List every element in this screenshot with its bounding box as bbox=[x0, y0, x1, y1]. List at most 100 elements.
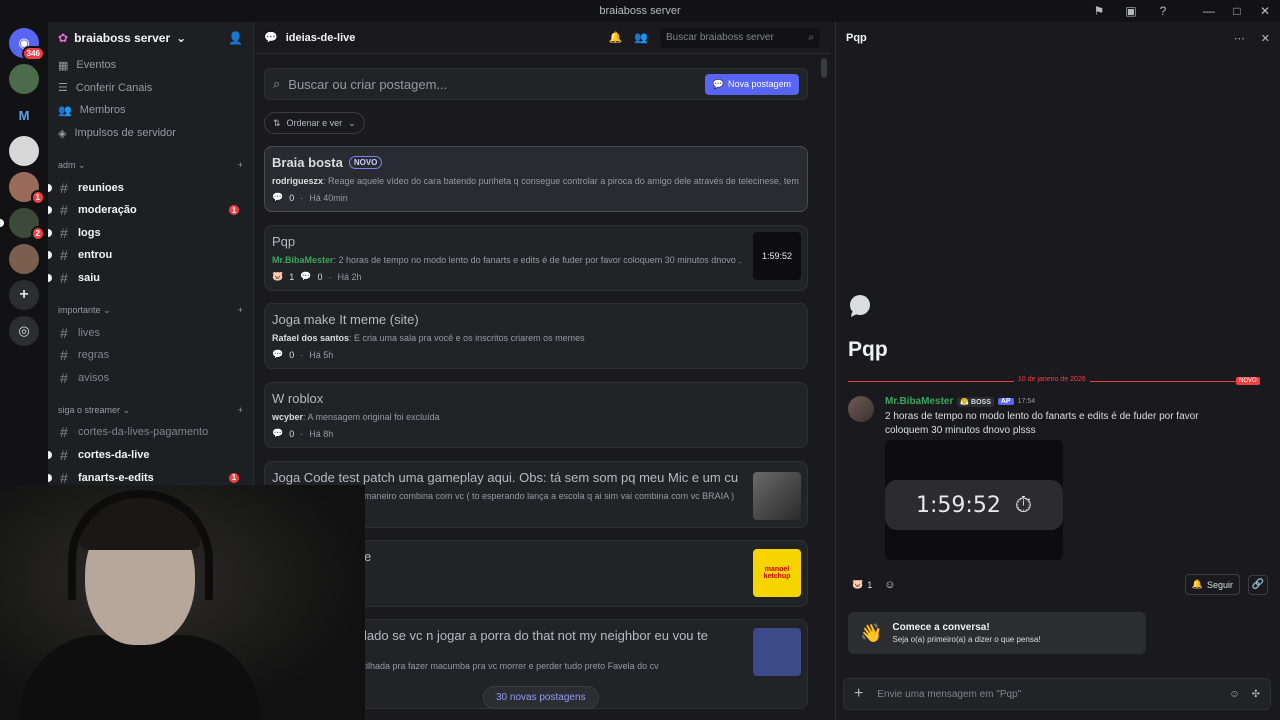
scrollbar[interactable] bbox=[821, 58, 827, 78]
add-attachment-icon[interactable]: + bbox=[854, 685, 863, 703]
message-time: 17:54 bbox=[1017, 398, 1036, 405]
date-divider: 10 de janeiro de 2026 bbox=[1014, 376, 1090, 383]
close-window-icon[interactable]: ✕ bbox=[1258, 4, 1272, 18]
new-posts-pill[interactable]: 30 novas postagens bbox=[483, 686, 599, 709]
forum-header: 💬 ideias-de-live 🔔 👥 Buscar braiaboss se… bbox=[254, 22, 830, 54]
add-channel-icon[interactable]: + bbox=[238, 305, 243, 315]
forum-post[interactable]: W roblox wcyber: A mensagem original foi… bbox=[264, 382, 808, 448]
webcam-overlay bbox=[0, 485, 365, 720]
maximize-icon[interactable]: □ bbox=[1230, 4, 1244, 18]
server-icon[interactable]: 2 bbox=[0, 208, 45, 241]
hash-icon: # bbox=[60, 247, 68, 264]
server-header[interactable]: ✿ braiaboss server ⌄ 👤 bbox=[48, 22, 253, 54]
follow-label: Seguir bbox=[1206, 579, 1233, 590]
inbox-icon[interactable]: ▣ bbox=[1124, 4, 1138, 18]
help-icon[interactable]: ? bbox=[1156, 4, 1170, 18]
comment-count: 0 bbox=[289, 192, 295, 203]
sidebar-item-boost[interactable]: ◈ Impulsos de servidor bbox=[48, 122, 253, 145]
message-input[interactable]: + Envie uma mensagem em "Pqp" ☺ ✣ bbox=[843, 678, 1271, 710]
add-server-icon[interactable]: + bbox=[9, 280, 39, 310]
avatar[interactable] bbox=[848, 396, 874, 422]
reaction-chip[interactable]: 🐷 1 bbox=[848, 577, 876, 592]
channel-moderacao[interactable]: # moderação 1 bbox=[48, 199, 253, 222]
new-post-button[interactable]: 💬 Nova postagem bbox=[704, 73, 799, 95]
bell-icon[interactable]: 🔔 bbox=[609, 31, 623, 44]
sidebar-item-browse[interactable]: ☰ Conferir Canais bbox=[48, 77, 253, 100]
sidebar-item-events[interactable]: ▦ Eventos bbox=[48, 54, 253, 77]
channel-logs[interactable]: # logs bbox=[48, 222, 253, 245]
channel-cortes-da-lives-pagamento[interactable]: # cortes-da-lives-pagamento bbox=[48, 421, 253, 444]
comment-count: 0 bbox=[317, 271, 323, 282]
post-preview: E cria uma sala pra você e os inscritos … bbox=[354, 333, 585, 343]
server-search-input[interactable]: Buscar braiaboss server ⌕ bbox=[660, 27, 820, 48]
channel-regras[interactable]: # regras bbox=[48, 344, 253, 367]
list-icon: ☰ bbox=[58, 82, 68, 95]
message-author[interactable]: Mr.BibaMester bbox=[885, 396, 953, 407]
sort-icon: ⇅ bbox=[273, 117, 281, 128]
pig-emoji-icon: 🐷 bbox=[852, 579, 864, 589]
post-time: Há 2h bbox=[337, 271, 362, 282]
add-channel-icon[interactable]: + bbox=[238, 405, 243, 415]
category-siga-o-streamer[interactable]: siga o streamer ⌄ + bbox=[48, 399, 253, 421]
sidebar-item-members[interactable]: 👥 Membros bbox=[48, 99, 253, 122]
forum-post[interactable]: Joga make It meme (site) Rafael dos sant… bbox=[264, 303, 808, 369]
server-m-icon[interactable]: M bbox=[9, 100, 39, 130]
channel-label: lives bbox=[78, 326, 101, 339]
post-search-placeholder: Buscar ou criar postagem... bbox=[288, 76, 448, 92]
sidebar-item-label: Impulsos de servidor bbox=[74, 127, 176, 140]
cta-subtitle: Seja o(a) primeiro(a) a dizer o que pens… bbox=[892, 635, 1041, 644]
post-thumbnail: 1:59:52 bbox=[753, 232, 801, 280]
thread-panel: Pqp ⋯ ✕ Pqp 10 de janeiro de 2026 NOVO M… bbox=[835, 22, 1280, 720]
server-icon[interactable] bbox=[9, 136, 39, 166]
category-label: adm bbox=[58, 159, 76, 170]
message-text: 2 horas de tempo no modo lento do fanart… bbox=[885, 411, 1199, 436]
post-preview: A mensagem original foi excluída bbox=[307, 412, 440, 422]
post-preview: 2 horas de tempo no modo lento do fanart… bbox=[338, 255, 742, 265]
follow-button[interactable]: 🔔 Seguir bbox=[1184, 574, 1240, 595]
forum-post[interactable]: Braia bosta NOVO rodrigueszx: Reage aquel… bbox=[264, 146, 808, 212]
emoji-icon[interactable]: ☺ bbox=[1229, 689, 1239, 700]
message-image[interactable]: 1:59:52 ⏱ bbox=[885, 440, 1063, 560]
close-icon[interactable]: ✕ bbox=[1261, 32, 1270, 45]
channel-label: moderação bbox=[78, 204, 137, 217]
post-preview: ncruzilhada pra fazer macumba pra vc mor… bbox=[344, 661, 659, 671]
discover-icon[interactable]: ◎ bbox=[9, 316, 39, 346]
forum-post[interactable]: Pqp Mr.BibaMester: 2 horas de tempo no m… bbox=[264, 225, 808, 291]
post-preview: maneiro combina com vc ( to esperando la… bbox=[364, 491, 735, 501]
members-icon[interactable]: 👥 bbox=[634, 31, 648, 44]
channel-entrou[interactable]: # entrou bbox=[48, 244, 253, 267]
category-adm[interactable]: adm ⌄ + bbox=[48, 154, 253, 176]
more-icon[interactable]: ⋯ bbox=[1234, 32, 1245, 45]
post-author: Mr.BibaMester bbox=[272, 255, 334, 265]
category-importante[interactable]: importante ⌄ + bbox=[48, 299, 253, 321]
add-reaction-icon[interactable]: ☺ bbox=[884, 579, 895, 591]
post-time: Há 40min bbox=[309, 192, 348, 203]
reaction-count: 1 bbox=[289, 271, 295, 282]
flag-icon[interactable]: ⚑ bbox=[1092, 4, 1106, 18]
server-icon[interactable] bbox=[9, 64, 39, 94]
discord-home-icon[interactable]: ◉ 346 bbox=[9, 28, 45, 61]
channel-avisos[interactable]: # avisos bbox=[48, 367, 253, 390]
hash-icon: # bbox=[60, 270, 68, 287]
channel-reunioes[interactable]: # reunioes bbox=[48, 176, 253, 199]
channel-cortes-da-live[interactable]: # cortes-da-live bbox=[48, 444, 253, 467]
post-author: wcyber bbox=[272, 412, 304, 422]
minimize-icon[interactable]: — bbox=[1202, 4, 1216, 18]
stopwatch-icon: ⏱ bbox=[1014, 492, 1032, 518]
post-search-input[interactable]: ⌕ Buscar ou criar postagem... 💬 Nova pos… bbox=[264, 68, 808, 100]
channel-saiu[interactable]: # saiu bbox=[48, 267, 253, 290]
channel-lives[interactable]: # lives bbox=[48, 321, 253, 344]
channel-label: logs bbox=[78, 226, 101, 239]
copy-link-icon[interactable]: 🔗 bbox=[1248, 574, 1268, 595]
home-badge: 346 bbox=[21, 46, 45, 61]
sort-label: Ordenar e ver bbox=[286, 118, 343, 128]
apps-icon[interactable]: ✣ bbox=[1252, 689, 1260, 700]
server-icon[interactable] bbox=[9, 244, 39, 274]
sort-button[interactable]: ⇅ Ordenar e ver ⌄ bbox=[264, 112, 365, 134]
post-time: Há 5h bbox=[309, 349, 334, 360]
add-channel-icon[interactable]: + bbox=[238, 160, 243, 170]
post-title: e bbox=[364, 549, 372, 564]
channel-label: cortes-da-lives-pagamento bbox=[78, 426, 209, 439]
server-icon[interactable]: 1 bbox=[9, 172, 45, 205]
invite-icon[interactable]: 👤 bbox=[228, 31, 243, 45]
